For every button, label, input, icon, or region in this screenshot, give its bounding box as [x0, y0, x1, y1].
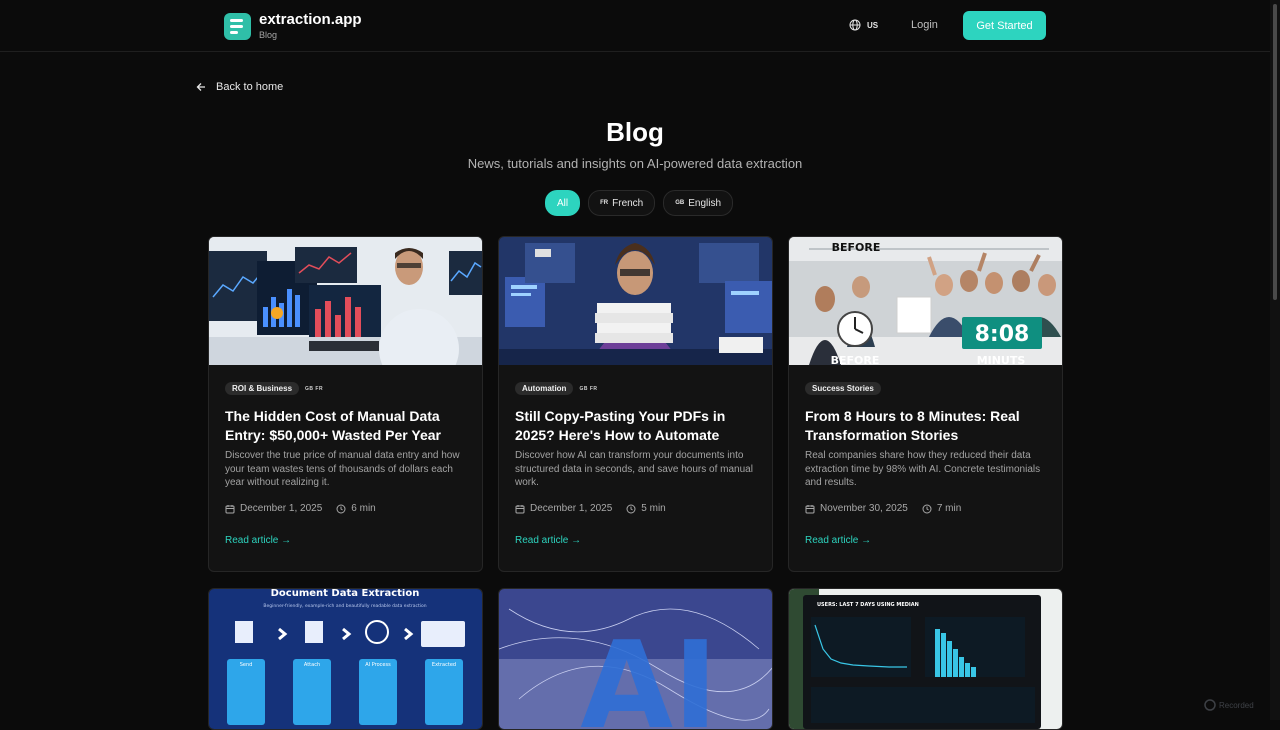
read-time: 5 min: [641, 503, 666, 514]
watermark-text: Recorded: [1219, 700, 1254, 710]
article-card-ai[interactable]: AI: [498, 588, 773, 730]
arrow-left-icon: [196, 83, 205, 91]
step-label: Send: [240, 662, 253, 668]
article-image: AI: [499, 589, 772, 729]
language-switcher[interactable]: US: [849, 19, 878, 31]
image-label-before-bottom: BEFORE: [831, 354, 880, 365]
article-image: Document Data Extraction Beginner-friend…: [209, 589, 482, 729]
step-label: AI Process: [365, 662, 391, 668]
article-date: November 30, 2025: [820, 503, 908, 514]
category-tag: ROI & Business: [225, 382, 300, 395]
article-date: December 1, 2025: [530, 503, 613, 514]
calendar-icon: [515, 504, 525, 513]
logo-icon: [224, 12, 251, 40]
image-label-before: BEFORE: [832, 241, 881, 254]
article-card-copy-pasting[interactable]: Automation GB FR Still Copy-Pasting Your…: [498, 236, 773, 572]
article-card-transformation-stories[interactable]: 8:08 BEFORE BEFORE MINUTS Success Storie…: [788, 236, 1063, 572]
article-image: 8:08 BEFORE BEFORE MINUTS: [789, 237, 1062, 365]
login-link[interactable]: Login: [911, 19, 938, 31]
image-title: Document Data Extraction: [271, 589, 420, 599]
available-languages: GB FR: [579, 385, 598, 392]
image-label-minutes: MINUTS: [977, 354, 1026, 365]
page-title: Blog: [606, 117, 664, 147]
article-excerpt: Discover the true price of manual data e…: [225, 450, 460, 488]
page-scrollbar[interactable]: [1270, 0, 1280, 720]
ai-lettering: AI: [580, 617, 718, 729]
article-title: Still Copy-Pasting Your PDFs in 2025? He…: [515, 408, 726, 443]
filter-label: All: [557, 197, 569, 209]
dashboard-heading: USERS: LAST 7 DAYS USING MEDIAN: [817, 602, 919, 608]
brand-sub: Blog: [259, 30, 278, 40]
brand-name: extraction.app: [259, 11, 362, 28]
brand-logo[interactable]: extraction.app Blog: [224, 12, 362, 40]
language-filters: All FR French GB English: [545, 190, 734, 216]
available-languages: GB FR: [305, 385, 324, 392]
top-header: extraction.app Blog US Login Get Started: [0, 0, 1270, 52]
clock-icon: [336, 504, 346, 513]
article-card-hidden-cost[interactable]: ROI & Business GB FR The Hidden Cost of …: [208, 236, 483, 572]
calendar-icon: [225, 504, 235, 513]
scrollbar-thumb[interactable]: [1273, 4, 1277, 300]
read-article-link[interactable]: Read article →: [225, 535, 291, 546]
category-tag: Success Stories: [805, 382, 881, 395]
article-image: [209, 237, 482, 365]
recording-watermark: Recorded: [1204, 699, 1254, 711]
step-label: Extracted: [432, 662, 456, 668]
article-meta: November 30, 2025 7 min: [805, 503, 961, 514]
watermark-logo-icon: [1204, 699, 1216, 711]
filter-english[interactable]: GB English: [663, 190, 734, 216]
clock-icon: [922, 504, 932, 513]
back-to-home-link[interactable]: Back to home: [196, 81, 283, 93]
article-title: The Hidden Cost of Manual Data Entry: $5…: [225, 408, 441, 443]
flag-gb-icon: GB: [675, 200, 685, 206]
read-time: 6 min: [351, 503, 376, 514]
flag-fr-icon: FR: [600, 200, 609, 206]
step-label: Attach: [304, 662, 320, 668]
filter-french[interactable]: FR French: [588, 190, 656, 216]
image-subtitle: Beginner-friendly, example-rich and beau…: [263, 603, 426, 609]
article-excerpt: Discover how AI can transform your docum…: [515, 450, 753, 488]
article-image: USERS: LAST 7 DAYS USING MEDIAN: [789, 589, 1062, 729]
clock-readout: 8:08: [975, 322, 1030, 347]
article-meta: December 1, 2025 6 min: [225, 503, 376, 514]
language-code: US: [867, 20, 879, 30]
article-card-analytics[interactable]: USERS: LAST 7 DAYS USING MEDIAN: [788, 588, 1063, 730]
filter-label: English: [688, 197, 722, 209]
article-card-document-extraction[interactable]: Document Data Extraction Beginner-friend…: [208, 588, 483, 730]
read-time: 7 min: [936, 503, 962, 514]
article-date: December 1, 2025: [240, 503, 323, 514]
read-article-link[interactable]: Read article →: [515, 535, 581, 546]
article-excerpt: Real companies share how they reduced th…: [805, 450, 1041, 488]
page-subtitle: News, tutorials and insights on AI-power…: [467, 156, 803, 171]
article-meta: December 1, 2025 5 min: [515, 503, 666, 514]
read-article-link[interactable]: Read article →: [805, 535, 871, 546]
globe-icon: [849, 19, 861, 31]
filter-all[interactable]: All: [545, 190, 581, 216]
filter-label: French: [612, 197, 644, 209]
clock-icon: [626, 504, 636, 513]
back-label: Back to home: [216, 81, 284, 93]
category-tag: Automation: [515, 382, 574, 395]
get-started-button[interactable]: Get Started: [963, 11, 1046, 40]
calendar-icon: [805, 504, 815, 513]
article-title: From 8 Hours to 8 Minutes: Real Transfor…: [805, 408, 1020, 443]
article-image: [499, 237, 772, 365]
